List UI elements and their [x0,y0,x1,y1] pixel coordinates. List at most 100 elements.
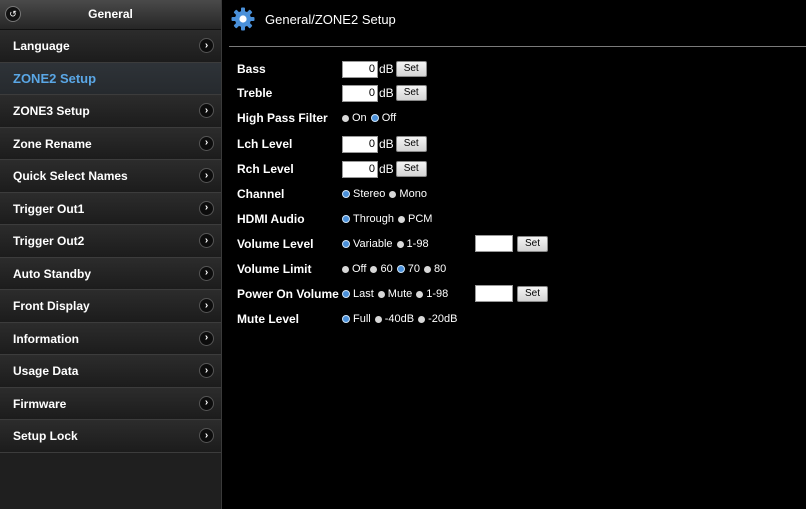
volume-level-radio-group: Variable 1-98 [342,234,433,254]
sidebar-item-label: Zone Rename [13,136,92,151]
channel-radio-stereo[interactable]: Stereo [342,188,385,200]
sidebar-item-quick-select-names[interactable]: Quick Select Names › [0,160,221,193]
sidebar-item-auto-standby[interactable]: Auto Standby › [0,257,221,290]
mute-level-radio-group: Full -40dB -20dB [342,309,461,329]
channel-radio-group: Stereo Mono [342,184,431,204]
rch-label: Rch Level [237,162,294,176]
channel-label: Channel [237,187,285,201]
sidebar-item-label: Front Display [13,299,90,313]
sidebar-item-label: Auto Standby [13,266,91,281]
lch-set-button[interactable]: Set [395,136,427,152]
power-on-volume-input[interactable] [475,285,513,302]
sidebar-item-information[interactable]: Information › [0,322,221,355]
volume-limit-radio-60[interactable]: 60 [370,263,393,275]
treble-label: Treble [237,86,273,100]
sidebar-item-trigger-out1[interactable]: Trigger Out1 › [0,192,221,225]
radio-unchecked-icon [377,290,385,298]
sidebar-item-front-display[interactable]: Front Display › [0,290,221,323]
high-pass-label: High Pass Filter [237,111,328,125]
radio-label: -40dB [384,313,415,325]
hdmi-audio-radio-through[interactable]: Through [342,213,394,225]
mute-level-label: Mute Level [237,312,300,326]
chevron-right-icon: › [199,265,214,281]
volume-level-radio-variable[interactable]: Variable [342,238,393,250]
sidebar-item-zone-rename[interactable]: Zone Rename › [0,127,221,160]
radio-checked-icon [370,114,379,122]
sidebar-item-label: Information [13,331,79,346]
volume-level-radio-1-98[interactable]: 1-98 [396,238,429,250]
power-on-volume-radio-1-98[interactable]: 1-98 [416,288,448,300]
radio-label: Off [352,263,367,275]
bass-set-button[interactable]: Set [395,61,427,77]
lch-unit: dB [379,137,394,151]
main-header: General/ZONE2 Setup [223,0,806,48]
mute-level-radio-40db[interactable]: -40dB [374,313,415,325]
sidebar-item-zone3-setup[interactable]: ZONE3 Setup › [0,95,221,128]
power-on-volume-radio-mute[interactable]: Mute [377,288,412,300]
radio-unchecked-icon [370,265,378,273]
bass-input[interactable] [342,60,378,78]
treble-input[interactable] [342,84,378,102]
radio-unchecked-icon [416,290,424,298]
radio-label: 80 [433,263,447,275]
radio-label: 70 [407,263,420,275]
radio-label: 1-98 [406,238,429,250]
power-on-volume-label: Power On Volume [237,287,339,301]
treble-unit: dB [379,86,394,100]
lch-label: Lch Level [237,137,293,151]
radio-checked-icon [396,265,405,273]
rch-unit: dB [379,162,394,176]
power-on-volume-set-button[interactable]: Set [517,286,549,302]
volume-level-input[interactable] [475,235,513,252]
bass-unit: dB [379,62,394,76]
mute-level-radio-20db[interactable]: -20dB [418,313,457,325]
hdmi-audio-radio-pcm[interactable]: PCM [397,213,432,225]
sidebar-item-zone2-setup[interactable]: ZONE2 Setup [0,62,221,95]
radio-unchecked-icon [389,190,397,198]
radio-label: Full [353,313,371,325]
chevron-right-icon: › [199,363,214,378]
chevron-right-icon: › [199,233,214,248]
sidebar-item-firmware[interactable]: Firmware › [0,387,221,420]
channel-radio-mono[interactable]: Mono [389,188,427,200]
mute-level-radio-full[interactable]: Full [342,313,371,325]
sidebar-item-label: Quick Select Names [13,169,128,183]
sidebar-item-label: Setup Lock [13,429,78,443]
radio-label: On [352,112,367,124]
chevron-right-icon: › [199,298,214,313]
header-divider [229,46,806,47]
volume-limit-label: Volume Limit [237,262,312,276]
high-pass-radio-on[interactable]: On [342,112,367,124]
main-panel: General/ZONE2 Setup Bass dB Set Treble d… [223,0,806,509]
volume-limit-radio-70[interactable]: 70 [396,263,420,275]
chevron-right-icon: › [199,38,214,53]
chevron-right-icon: › [199,168,214,183]
hdmi-audio-label: HDMI Audio [237,212,305,226]
volume-limit-radio-group: Off 60 70 80 [342,259,450,279]
volume-limit-radio-off[interactable]: Off [342,263,366,275]
treble-set-button[interactable]: Set [395,85,427,101]
sidebar-item-trigger-out2[interactable]: Trigger Out2 › [0,225,221,258]
chevron-right-icon: › [199,103,214,118]
radio-unchecked-icon [397,215,405,223]
radio-checked-icon [342,290,350,298]
lch-input[interactable] [342,135,378,153]
radio-checked-icon [342,240,350,248]
radio-label: -20dB [428,313,458,325]
radio-label: 60 [380,263,393,275]
rch-set-button[interactable]: Set [395,161,427,177]
radio-label: Off [381,112,397,124]
power-on-volume-radio-last[interactable]: Last [342,288,374,300]
volume-level-set-button[interactable]: Set [517,236,549,252]
radio-unchecked-icon [396,240,404,248]
radio-label: Variable [353,238,393,250]
high-pass-radio-off[interactable]: Off [370,112,397,124]
chevron-right-icon: › [199,330,214,346]
volume-level-label: Volume Level [237,237,314,251]
gear-icon [231,7,255,31]
rch-input[interactable] [342,160,378,178]
sidebar-item-language[interactable]: Language › [0,30,221,63]
sidebar-item-setup-lock[interactable]: Setup Lock › [0,420,221,453]
volume-limit-radio-80[interactable]: 80 [423,263,447,275]
sidebar-item-usage-data[interactable]: Usage Data › [0,355,221,388]
